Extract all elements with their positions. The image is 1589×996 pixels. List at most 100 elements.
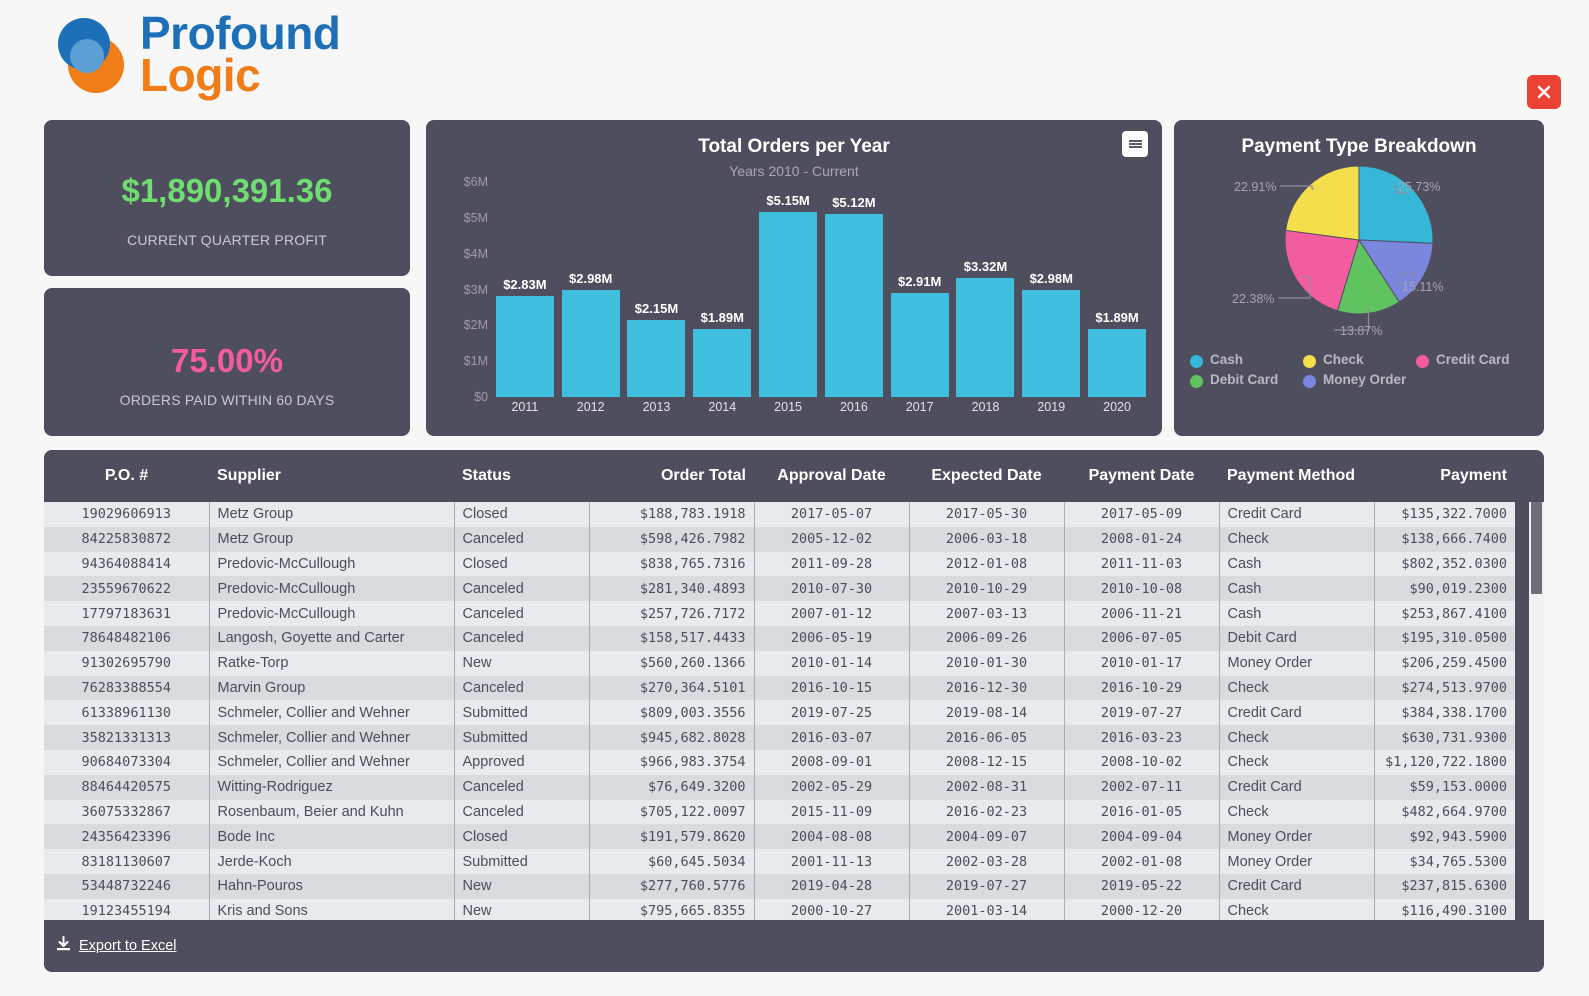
- table-row[interactable]: 17797183631 Predovic-McCullough Canceled $2…: [44, 601, 1515, 626]
- table-row[interactable]: 76283388554 Marvin Group Canceled $270,364.…: [44, 675, 1515, 701]
- table-cell: Credit Card: [1218, 700, 1374, 726]
- table-column-header[interactable]: Approval Date: [754, 450, 909, 502]
- bar-chart-bar[interactable]: $2.98M: [561, 182, 620, 397]
- table-row[interactable]: 36075332867 Rosenbaum, Beier and Kuhn Canc…: [44, 799, 1515, 825]
- bar-rect[interactable]: [956, 278, 1015, 397]
- table-cell: 2016-10-15: [753, 675, 909, 701]
- table-cell: Canceled: [453, 601, 589, 626]
- bar-chart-bar[interactable]: $2.15M: [627, 182, 686, 397]
- table-cell: 2010-10-08: [1063, 576, 1219, 602]
- bar-chart-bar[interactable]: $2.83M: [495, 182, 554, 397]
- table-row[interactable]: 19029606913 Metz Group Closed $188,783.1918…: [44, 502, 1515, 527]
- pie-value-label: 15.11%: [1402, 280, 1444, 294]
- bar-chart-bar[interactable]: $1.89M: [1088, 182, 1147, 397]
- table-cell: 2010-01-14: [753, 650, 909, 676]
- bar-rect[interactable]: [561, 290, 620, 397]
- bar-rect[interactable]: [1022, 290, 1081, 397]
- bar-chart-x-tick: 2018: [971, 400, 1000, 414]
- table-column-header[interactable]: Payment: [1374, 450, 1515, 502]
- bar-chart-y-tick: $1M: [463, 354, 488, 369]
- pie-value-label: 22.91%: [1234, 180, 1277, 194]
- bar-chart-data-label: $2.98M: [569, 271, 613, 287]
- bar-rect[interactable]: [824, 213, 883, 397]
- export-to-excel-link[interactable]: Export to Excel: [79, 938, 177, 954]
- table-cell: 2002-07-11: [1063, 774, 1219, 800]
- table-cell: 2019-07-27: [1063, 700, 1219, 726]
- bar-rect[interactable]: [495, 295, 554, 397]
- table-column-header[interactable]: Payment Date: [1064, 450, 1219, 502]
- table-cell: 2002-01-08: [1063, 849, 1219, 874]
- bar-chart-bar[interactable]: $2.91M: [890, 182, 949, 397]
- table-cell: 2011-09-28: [753, 551, 909, 577]
- table-cell: Closed: [453, 551, 589, 577]
- table-cell: Canceled: [453, 625, 589, 651]
- table-cell: $237,815.6300: [1373, 873, 1515, 899]
- table-row[interactable]: 53448732246 Hahn-Pouros New $277,760.5776 20…: [44, 873, 1515, 899]
- table-cell: 2019-05-22: [1063, 873, 1219, 899]
- table-cell: 94364088414: [81, 555, 171, 572]
- table-row[interactable]: 78648482106 Langosh, Goyette and Carter Ca…: [44, 625, 1515, 651]
- bar-chart-data-label: $5.15M: [766, 193, 810, 209]
- table-column-header[interactable]: Order Total: [589, 450, 754, 502]
- bar-rect[interactable]: [627, 319, 686, 397]
- legend-item[interactable]: Debit Card: [1190, 372, 1303, 388]
- table-cell: 2001-11-13: [753, 849, 909, 874]
- table-cell: $482,664.9700: [1373, 799, 1515, 825]
- table-column-header[interactable]: Supplier: [209, 450, 454, 502]
- bar-rect[interactable]: [890, 292, 949, 397]
- table-row[interactable]: 35821331313 Schmeler, Collier and Wehner S…: [44, 725, 1515, 750]
- bar-chart-y-tick: $5M: [463, 210, 488, 225]
- bar-chart-bar[interactable]: $3.32M: [956, 182, 1015, 397]
- table-cell: $281,340.4893: [588, 576, 754, 602]
- bar-rect[interactable]: [693, 329, 752, 397]
- table-cell: 2005-12-02: [753, 526, 909, 552]
- table-row[interactable]: 83181130607 Jerde-Koch Submitted $60,645.50…: [44, 849, 1515, 874]
- hamburger-menu-icon[interactable]: [1122, 131, 1148, 157]
- table-row[interactable]: 84225830872 Metz Group Canceled $598,426.79…: [44, 526, 1515, 552]
- table-cell: 35821331313: [81, 729, 171, 746]
- table-cell: 2017-05-07: [753, 502, 909, 527]
- table-row[interactable]: 24356423396 Bode Inc Closed $191,579.8620 20…: [44, 824, 1515, 850]
- table-row[interactable]: 94364088414 Predovic-McCullough Closed $838…: [44, 551, 1515, 577]
- table-cell: 2016-03-23: [1063, 725, 1219, 750]
- table-cell: Submitted: [453, 700, 589, 726]
- legend-color-swatch: [1303, 355, 1316, 368]
- table-cell: 2006-07-05: [1063, 625, 1219, 651]
- table-cell: 2010-10-29: [908, 576, 1064, 602]
- table-row[interactable]: 90684073304 Schmeler, Collier and Wehner A…: [44, 749, 1515, 775]
- bar-chart-bar[interactable]: $2.98M: [1022, 182, 1081, 397]
- legend-item[interactable]: Credit Card: [1416, 352, 1529, 368]
- table-column-header[interactable]: P.O. #: [44, 450, 209, 502]
- pie-chart-legend: Cash Check Credit Card Debit Card Money Orde…: [1190, 352, 1530, 392]
- table-column-header[interactable]: Payment Method: [1219, 450, 1374, 502]
- table-row[interactable]: 19123455194 Kris and Sons New $795,665.8355…: [44, 898, 1515, 920]
- table-cell: $253,867.4100: [1373, 601, 1515, 626]
- legend-item[interactable]: Cash: [1190, 352, 1303, 368]
- table-row[interactable]: 61338961130 Schmeler, Collier and Wehner S…: [44, 700, 1515, 726]
- table-cell: Canceled: [453, 774, 589, 800]
- table-column-header[interactable]: Expected Date: [909, 450, 1064, 502]
- close-button[interactable]: [1527, 75, 1561, 109]
- table-cell: $138,666.7400: [1373, 526, 1515, 552]
- table-cell: Bode Inc: [208, 824, 454, 850]
- table-scrollbar-thumb[interactable]: [1531, 502, 1542, 594]
- table-row[interactable]: 88464420575 Witting-Rodriguez Canceled $76,…: [44, 774, 1515, 800]
- bar-rect[interactable]: [759, 212, 818, 397]
- table-cell: Predovic-McCullough: [208, 601, 454, 626]
- pie-value-label: 22.38%: [1232, 292, 1275, 306]
- table-vertical-scrollbar[interactable]: [1529, 502, 1544, 920]
- table-row[interactable]: 91302695790 Ratke-Torp New $560,260.1366 201…: [44, 650, 1515, 676]
- bar-rect[interactable]: [1088, 329, 1147, 397]
- bar-chart-bar[interactable]: $1.89M: [693, 182, 752, 397]
- legend-item[interactable]: Money Order: [1303, 372, 1416, 388]
- table-cell: Money Order: [1218, 849, 1374, 874]
- bar-chart-y-axis: $0 $1M $2M $3M $4M $5M $6M: [436, 175, 488, 404]
- table-cell: Ratke-Torp: [208, 650, 454, 676]
- bar-chart-bar[interactable]: $5.12M: [824, 182, 883, 397]
- table-row[interactable]: 23559670622 Predovic-McCullough Canceled $2…: [44, 576, 1515, 602]
- bar-chart-bar[interactable]: $5.15M: [759, 182, 818, 397]
- table-column-header[interactable]: Status: [454, 450, 589, 502]
- table-cell: 2006-05-19: [753, 625, 909, 651]
- legend-item[interactable]: Check: [1303, 352, 1416, 368]
- table-scroll-region: P.O. # Supplier Status Order Total Approval …: [44, 450, 1515, 920]
